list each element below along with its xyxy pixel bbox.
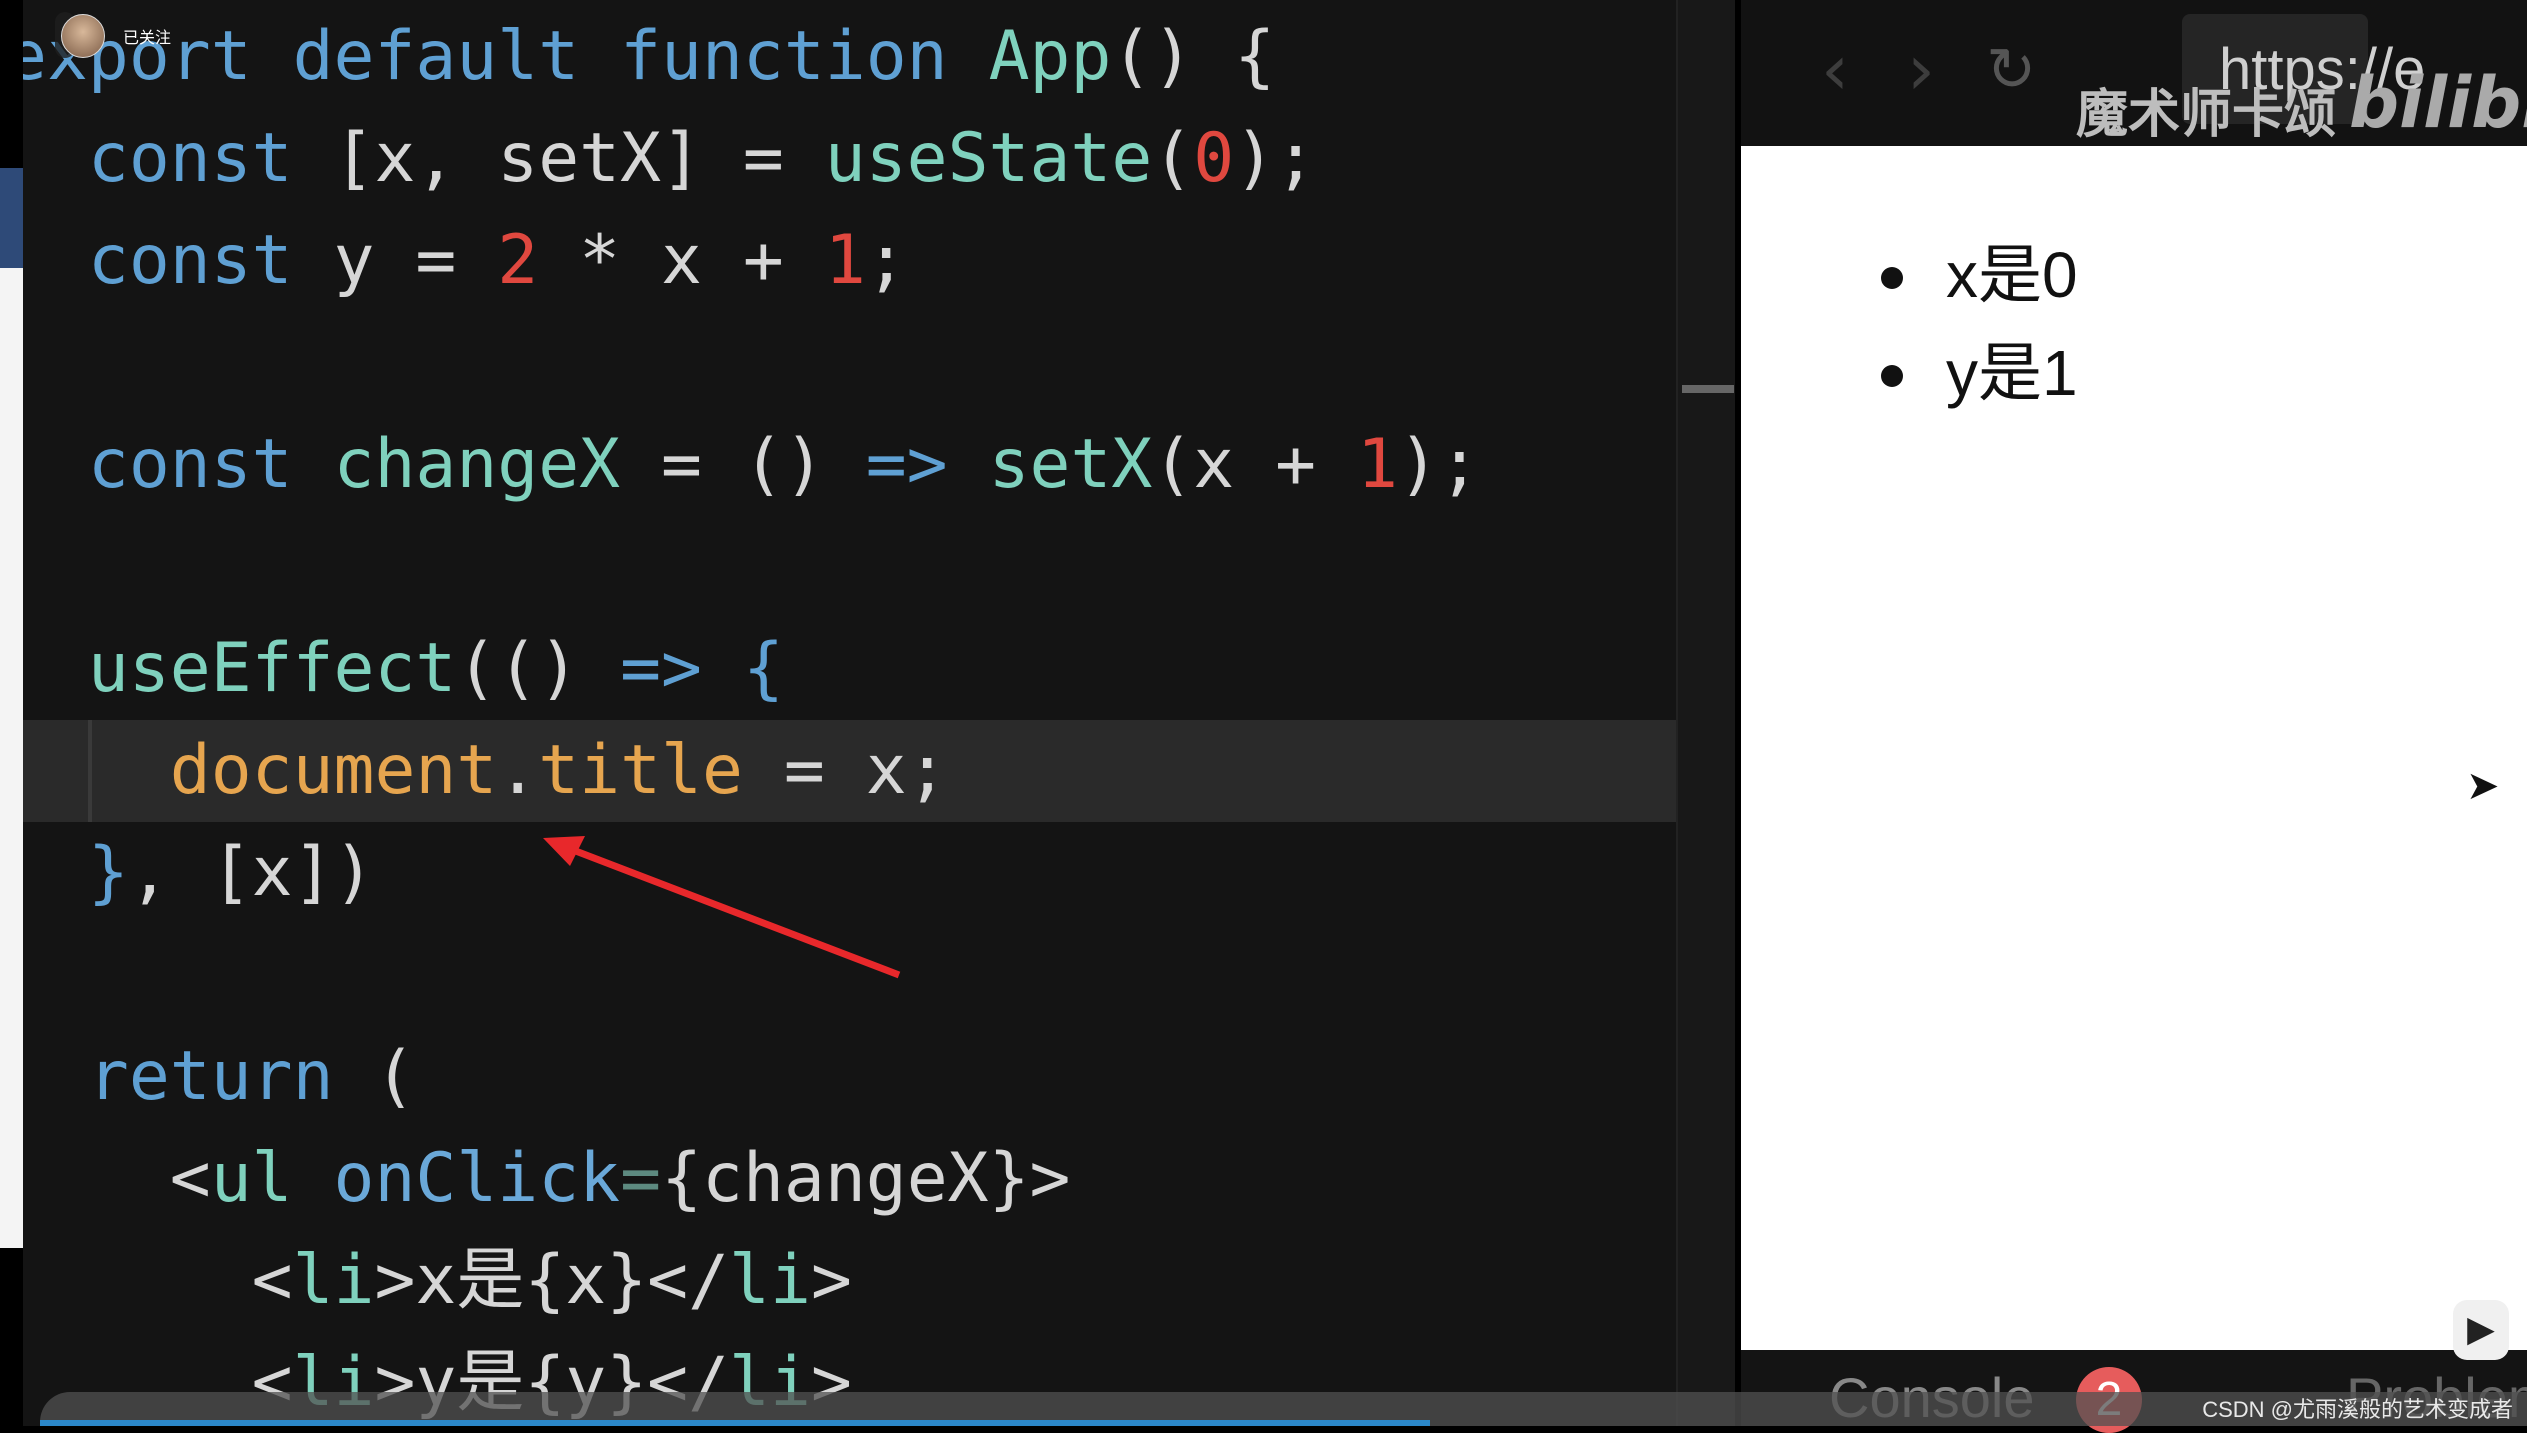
code-token: useEffect xyxy=(23,629,457,708)
code-token: = x; xyxy=(742,731,948,810)
code-token: function xyxy=(620,17,989,96)
code-token: 1 xyxy=(824,221,866,300)
code-token: = () xyxy=(620,425,866,504)
code-token: => xyxy=(865,425,948,504)
code-line[interactable]: const [x, setX] = useState(0); xyxy=(23,108,1480,210)
code-token: document xyxy=(23,731,498,810)
code-token: => xyxy=(620,629,702,708)
tv-play-icon[interactable]: ▶ xyxy=(2453,1300,2509,1360)
code-line[interactable] xyxy=(23,924,1480,1026)
editor-scrollbar[interactable] xyxy=(1676,0,1735,1426)
code-line[interactable]: <li>x是{x}</li> xyxy=(23,1230,1480,1332)
list-item[interactable]: y是1 xyxy=(1881,324,2078,422)
code-editor[interactable]: export default function App() { const [x… xyxy=(23,0,1735,1426)
code-token: 2 xyxy=(497,221,539,300)
code-token: , [x]) xyxy=(128,833,375,912)
code-token: return xyxy=(23,1037,334,1116)
code-token: = xyxy=(620,1139,662,1218)
code-token: const xyxy=(23,221,334,300)
code-line[interactable]: <ul onClick={changeX}> xyxy=(23,1128,1480,1230)
code-token: ; xyxy=(865,221,907,300)
csdn-watermark: CSDN @尤雨溪般的艺术变成者 xyxy=(2202,1397,2513,1422)
code-content[interactable]: export default function App() { const [x… xyxy=(23,6,1480,1426)
scrollbar-thumb[interactable] xyxy=(1682,385,1734,393)
code-token: const xyxy=(23,119,334,198)
code-line[interactable] xyxy=(23,516,1480,618)
code-token: 0 xyxy=(1193,119,1235,198)
reload-icon[interactable]: ↻ xyxy=(1986,35,2036,105)
code-token: y = xyxy=(333,221,498,300)
follow-label: 已关注 xyxy=(123,28,172,47)
code-token: () { xyxy=(1111,17,1276,96)
video-progress-bar[interactable] xyxy=(40,1420,1430,1426)
preview-list[interactable]: x是0 y是1 xyxy=(1881,226,2078,422)
code-line[interactable]: }, [x]) xyxy=(23,822,1480,924)
code-token: const xyxy=(23,425,334,504)
code-token: < xyxy=(23,1241,293,1320)
code-token: { xyxy=(742,629,784,708)
uploader-follow-badge[interactable]: 已关注 xyxy=(55,12,171,58)
code-token: . xyxy=(497,731,539,810)
code-token: > xyxy=(810,1241,852,1320)
code-token: ( xyxy=(1152,119,1194,198)
code-token: ); xyxy=(1398,425,1480,504)
code-line[interactable]: useEffect(() => { xyxy=(23,618,1480,720)
side-panel-header xyxy=(0,168,23,268)
browser-toolbar: ‹ › ↻ https://e 魔术师卡颂 bilibili xyxy=(1741,0,2527,146)
code-token: useState xyxy=(824,119,1153,198)
bilibili-logo: bilibili xyxy=(2349,62,2527,144)
list-item[interactable]: x是0 xyxy=(1881,226,2078,324)
code-token: [x, setX] = xyxy=(333,119,825,198)
code-token: setX xyxy=(988,425,1153,504)
preview-page[interactable]: x是0 y是1 ➤ xyxy=(1741,146,2527,1350)
code-line[interactable]: const changeX = () => setX(x + 1); xyxy=(23,414,1480,516)
code-token: ( xyxy=(333,1037,416,1116)
browser-preview-pane: ‹ › ↻ https://e 魔术师卡颂 bilibili x是0 y是1 ➤… xyxy=(1741,0,2527,1433)
code-token: } xyxy=(87,833,129,912)
code-token: (x + xyxy=(1152,425,1358,504)
code-line[interactable]: export default function App() { xyxy=(23,6,1480,108)
partial-side-panel xyxy=(0,168,23,1248)
code-token: >x是{x}</ xyxy=(374,1241,730,1320)
code-token: li xyxy=(729,1241,811,1320)
code-token: App xyxy=(988,17,1112,96)
code-token: ul xyxy=(210,1139,293,1218)
code-token: title xyxy=(538,731,743,810)
chevron-left-icon[interactable]: ‹ xyxy=(1821,35,1849,105)
code-line[interactable]: return ( xyxy=(23,1026,1480,1128)
code-token: < xyxy=(23,1139,211,1218)
channel-watermark: 魔术师卡颂 xyxy=(2076,85,2337,145)
code-token: {changeX}> xyxy=(661,1139,1071,1218)
code-token: * x + xyxy=(538,221,825,300)
code-token: li xyxy=(292,1241,375,1320)
chevron-right-icon[interactable]: › xyxy=(1907,35,1935,105)
code-token: (() xyxy=(456,629,621,708)
code-token: ); xyxy=(1234,119,1317,198)
code-token: onClick xyxy=(333,1139,621,1218)
avatar[interactable] xyxy=(61,14,105,58)
code-line[interactable]: document.title = x; xyxy=(23,720,1480,822)
code-token: changeX xyxy=(333,425,621,504)
code-token: 1 xyxy=(1357,425,1398,504)
code-line[interactable] xyxy=(23,312,1480,414)
code-token: default xyxy=(292,17,621,96)
code-line[interactable]: const y = 2 * x + 1; xyxy=(23,210,1480,312)
mouse-cursor-icon: ➤ xyxy=(2466,763,2500,809)
